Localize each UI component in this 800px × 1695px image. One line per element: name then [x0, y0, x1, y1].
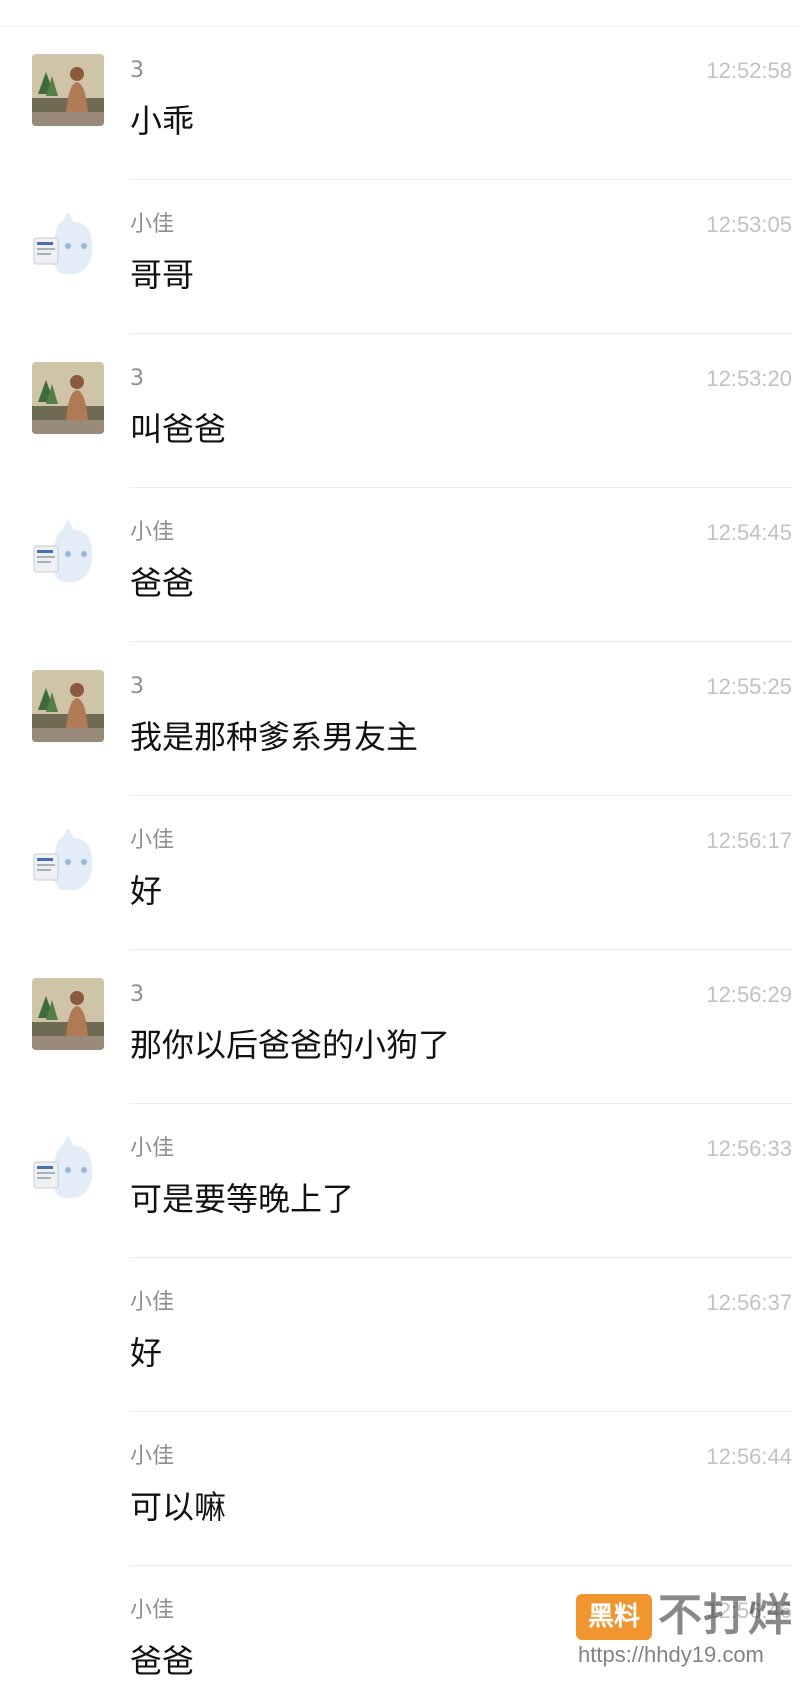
chat-message[interactable]: 小佳 12:54:45 爸爸 [0, 488, 800, 642]
sender-name: 小佳 [130, 1290, 175, 1315]
message-time: 12:56:17 [706, 828, 792, 853]
message-text: 爸爸 [130, 564, 195, 602]
man-photo-avatar[interactable] [32, 670, 104, 742]
cartoon-cat-avatar[interactable] [32, 824, 104, 896]
sender-name: 小佳 [130, 1598, 175, 1623]
sender-name: 3 [130, 674, 144, 699]
message-text: 好 [130, 872, 163, 910]
cartoon-cat-avatar[interactable] [32, 1132, 104, 1204]
message-text: 那你以后爸爸的小狗了 [130, 1026, 451, 1064]
man-photo-avatar[interactable] [32, 362, 104, 434]
watermark-text: 不打烊 [658, 1590, 793, 1641]
watermark-url: https://hhdy19.com [578, 1642, 764, 1667]
watermark-badge: 黑料 [576, 1594, 652, 1640]
message-time: 12:53:20 [706, 366, 792, 391]
sender-name: 小佳 [130, 1444, 175, 1469]
message-time: 12:56:29 [706, 982, 792, 1007]
chat-message[interactable]: 小佳 12:53:05 哥哥 [0, 180, 800, 334]
man-photo-avatar[interactable] [32, 978, 104, 1050]
message-text: 爸爸 [130, 1642, 195, 1680]
message-time: 12:56:44 [706, 1444, 792, 1469]
message-time: 12:52:58 [706, 58, 792, 83]
chat-message[interactable]: 小佳 12:56:37 好 [0, 1258, 800, 1412]
chat-message[interactable]: 3 12:53:20 叫爸爸 [0, 334, 800, 488]
sender-name: 小佳 [130, 212, 175, 237]
chat-message[interactable]: 3 12:55:25 我是那种爹系男友主 [0, 642, 800, 796]
message-text: 好 [130, 1334, 163, 1372]
sender-name: 小佳 [130, 828, 175, 853]
message-text: 叫爸爸 [130, 410, 227, 448]
message-text: 哥哥 [130, 256, 195, 294]
chat-message[interactable]: 3 12:56:29 那你以后爸爸的小狗了 [0, 950, 800, 1104]
message-time: 12:54:45 [706, 520, 792, 545]
sender-name: 3 [130, 366, 144, 391]
chat-message[interactable]: 小佳 12:56:17 好 [0, 796, 800, 950]
sender-name: 3 [130, 982, 144, 1007]
chat-message[interactable]: 3 12:52:58 小乖 [0, 26, 800, 180]
cartoon-cat-avatar[interactable] [32, 516, 104, 588]
message-text: 可是要等晚上了 [130, 1180, 355, 1218]
sender-name: 小佳 [130, 1136, 175, 1161]
message-time: 12:53:05 [706, 212, 792, 237]
sender-name: 小佳 [130, 520, 175, 545]
message-time: 12:56:33 [706, 1136, 792, 1161]
message-text: 小乖 [130, 102, 195, 140]
message-time: 12:55:25 [706, 674, 792, 699]
chat-message[interactable]: 小佳 12:56:33 可是要等晚上了 [0, 1104, 800, 1258]
sender-name: 3 [130, 58, 144, 83]
man-photo-avatar[interactable] [32, 54, 104, 126]
message-text: 我是那种爹系男友主 [130, 718, 419, 756]
message-time: 12:56:37 [706, 1290, 792, 1315]
cartoon-cat-avatar[interactable] [32, 208, 104, 280]
chat-message[interactable]: 小佳 12:56:44 可以嘛 [0, 1412, 800, 1566]
message-text: 可以嘛 [130, 1488, 227, 1526]
site-watermark: 黑料 不打烊 https://hhdy19.com [576, 1588, 796, 1668]
